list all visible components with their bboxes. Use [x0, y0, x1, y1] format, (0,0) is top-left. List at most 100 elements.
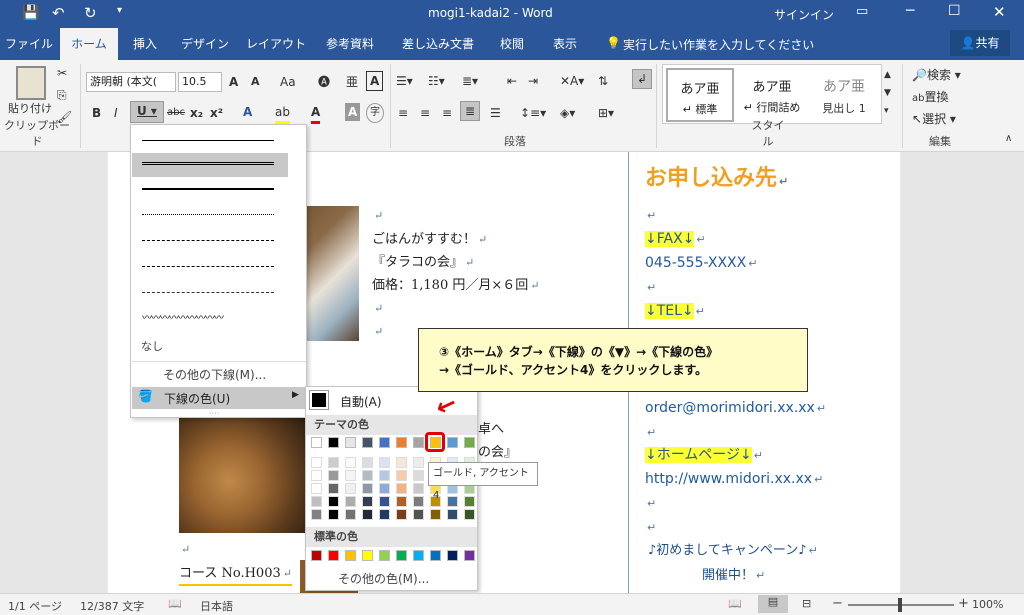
theme-color-tint-swatch[interactable] [328, 496, 339, 507]
doc-partial-2[interactable]: の会』 [478, 443, 517, 463]
theme-color-tint-swatch[interactable] [345, 509, 356, 520]
tab-insert[interactable]: 挿入 [120, 28, 170, 60]
tab-view[interactable]: 表示 [545, 28, 585, 60]
align-center-icon[interactable]: ≡ [420, 104, 430, 122]
tab-layout[interactable]: レイアウト [245, 28, 307, 60]
signin-link[interactable]: サインイン [774, 6, 834, 23]
theme-color-tint-swatch[interactable] [328, 457, 339, 468]
theme-color-swatch[interactable] [413, 437, 424, 448]
web-layout-icon[interactable]: ⊟ [802, 597, 811, 610]
shading-icon[interactable]: ◈▾ [560, 104, 575, 122]
standard-color-swatch[interactable] [379, 550, 390, 561]
standard-color-swatch[interactable] [311, 550, 322, 561]
doc-partial-1[interactable]: 卓へ [478, 420, 504, 440]
justify-icon[interactable]: ≣ [460, 101, 481, 121]
contact-heading[interactable]: お申し込み先 ↵ [645, 164, 788, 197]
campaign-line-2[interactable]: 開催中！ ↵ [702, 566, 765, 586]
theme-color-tint-swatch[interactable] [345, 470, 356, 481]
page-count[interactable]: 1/1 ページ [8, 598, 62, 614]
underline-option-double[interactable] [132, 153, 288, 177]
proofing-icon[interactable]: 📖 [168, 597, 182, 610]
multilevel-icon[interactable]: ≣▾ [462, 72, 478, 90]
theme-color-tint-swatch[interactable] [362, 509, 373, 520]
fax-number[interactable]: 045-555-XXXX ↵ [645, 253, 757, 274]
style-normal[interactable]: あア亜 ↵ 標準 [666, 68, 734, 122]
change-case-icon[interactable]: Aa [280, 73, 296, 91]
menu-resize-handle[interactable]: ···· [209, 409, 219, 418]
course-number[interactable]: コース No.H003 ↵ [179, 564, 292, 586]
font-color-icon[interactable]: A [311, 103, 321, 124]
theme-color-tint-swatch[interactable] [447, 509, 458, 520]
theme-color-swatch[interactable] [345, 437, 356, 448]
styles-scroll-down-icon[interactable]: ▼ [884, 84, 891, 102]
zoom-out-icon[interactable]: − [832, 596, 843, 611]
show-marks-icon[interactable]: ↲ [632, 69, 653, 89]
bread-photo[interactable] [179, 418, 305, 533]
theme-color-tint-swatch[interactable] [413, 457, 424, 468]
text-effects-icon[interactable]: A [243, 103, 252, 121]
theme-color-tint-swatch[interactable] [396, 509, 407, 520]
align-right-icon[interactable]: ≡ [442, 104, 452, 122]
shrink-font-icon[interactable]: A [251, 73, 260, 91]
theme-color-tint-swatch[interactable] [328, 483, 339, 494]
bullets-icon[interactable]: ☰▾ [396, 72, 413, 90]
theme-color-tint-swatch[interactable] [362, 483, 373, 494]
theme-color-tint-swatch[interactable] [379, 496, 390, 507]
tab-mailings[interactable]: 差し込み文書 [395, 28, 481, 60]
strikethrough-icon[interactable]: abc [167, 104, 185, 122]
underline-option-single[interactable] [132, 129, 302, 153]
borders-icon[interactable]: ⊞▾ [598, 104, 614, 122]
char-shading-icon[interactable]: A [345, 103, 361, 121]
theme-color-tint-swatch[interactable] [413, 509, 424, 520]
superscript-icon[interactable]: x² [210, 104, 223, 122]
theme-color-tint-swatch[interactable] [362, 457, 373, 468]
replace-button[interactable]: ab置換 [912, 88, 949, 108]
theme-color-tint-swatch[interactable] [328, 509, 339, 520]
theme-color-tint-swatch[interactable] [362, 470, 373, 481]
italic-icon[interactable]: I [114, 104, 118, 122]
char-border-icon[interactable]: A [366, 71, 384, 91]
select-button[interactable]: ↖選択 ▾ [912, 110, 956, 128]
undo-icon[interactable]: ↶ [52, 4, 65, 22]
theme-color-swatch[interactable] [464, 437, 475, 448]
theme-color-tint-swatch[interactable] [311, 470, 322, 481]
theme-color-swatch[interactable] [447, 437, 458, 448]
theme-color-tint-swatch[interactable] [413, 496, 424, 507]
theme-color-tint-swatch[interactable] [464, 509, 475, 520]
doc-line-3[interactable]: 価格：1,180 円／月×６回 ↵ [372, 276, 539, 296]
theme-color-swatch[interactable] [379, 437, 390, 448]
theme-color-swatch[interactable] [362, 437, 373, 448]
tell-me-box[interactable]: 実行したい作業を入力してください [623, 36, 814, 53]
find-button[interactable]: 🔎検索 ▾ [912, 66, 961, 84]
style-heading1[interactable]: あア亜 見出し 1 [810, 68, 878, 122]
standard-color-swatch[interactable] [362, 550, 373, 561]
theme-color-tint-swatch[interactable] [430, 509, 441, 520]
line-spacing-icon[interactable]: ↕≡▾ [520, 104, 546, 122]
underline-none-option[interactable]: なし [141, 338, 163, 354]
fax-label[interactable]: ↓FAX↓ ↵ [645, 229, 706, 250]
theme-color-swatch[interactable] [396, 437, 407, 448]
underline-icon[interactable]: U ▾ [130, 101, 164, 123]
underline-option-wave[interactable]: 〰〰〰〰〰〰〰〰〰 [132, 307, 302, 331]
font-name-select[interactable]: 游明朝 (本文( [86, 72, 176, 92]
bold-icon[interactable]: B [92, 104, 101, 122]
sort-icon[interactable]: ⇅ [598, 72, 608, 90]
maximize-icon[interactable]: ☐ [948, 3, 961, 19]
theme-color-tint-swatch[interactable] [328, 470, 339, 481]
grow-font-icon[interactable]: A [229, 73, 238, 91]
zoom-in-icon[interactable]: + [958, 596, 969, 611]
standard-color-swatch[interactable] [328, 550, 339, 561]
subscript-icon[interactable]: x₂ [190, 104, 203, 122]
theme-color-tint-swatch[interactable] [447, 496, 458, 507]
collapse-ribbon-icon[interactable]: ∧ [1005, 130, 1012, 148]
print-layout-icon[interactable]: ▤ [758, 595, 788, 613]
increase-indent-icon[interactable]: ⇥ [528, 72, 538, 90]
decrease-indent-icon[interactable]: ⇤ [507, 72, 517, 90]
zoom-level[interactable]: 100% [972, 598, 1003, 611]
underline-option-thick[interactable] [132, 177, 302, 201]
theme-color-tint-swatch[interactable] [345, 483, 356, 494]
theme-color-tint-swatch[interactable] [379, 470, 390, 481]
theme-color-tint-swatch[interactable] [396, 496, 407, 507]
theme-color-tint-swatch[interactable] [379, 483, 390, 494]
zoom-slider-thumb[interactable] [898, 598, 902, 612]
